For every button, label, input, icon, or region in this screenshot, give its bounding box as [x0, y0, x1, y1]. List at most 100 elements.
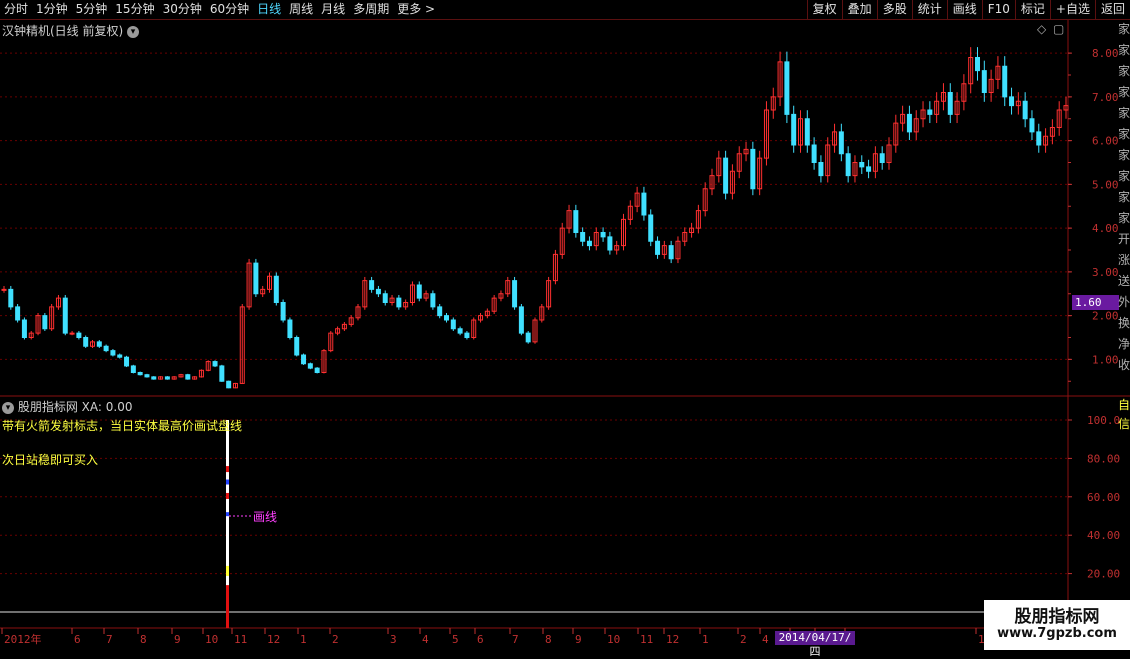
candle	[253, 258, 259, 298]
candle	[593, 227, 599, 251]
candle	[879, 146, 885, 170]
candle	[21, 317, 27, 340]
candle	[552, 249, 558, 285]
candle-body	[21, 319, 27, 338]
candle	[811, 137, 817, 170]
candle	[791, 105, 797, 153]
candle	[763, 101, 769, 166]
candle	[491, 294, 497, 315]
candle	[872, 146, 878, 179]
candle	[416, 281, 422, 302]
signal-bar-yellow-segment	[226, 565, 229, 576]
info-strip-char: 家	[1118, 64, 1130, 78]
candle	[695, 204, 701, 234]
candle	[1036, 123, 1042, 153]
candle-body	[580, 232, 586, 242]
candle-body	[1036, 131, 1042, 146]
candle	[1022, 92, 1028, 128]
candle-body	[369, 280, 375, 290]
candle-body	[845, 153, 851, 177]
candle	[648, 209, 654, 247]
candle-body	[164, 376, 170, 380]
info-strip-char: 家	[1118, 211, 1130, 225]
chevron-down-icon[interactable]: ▾	[127, 25, 140, 38]
candle-body	[512, 280, 518, 308]
time-tick-label: 7	[106, 633, 113, 646]
candle-body	[301, 354, 307, 365]
candle-body	[185, 374, 191, 380]
candle	[471, 317, 477, 340]
candle	[369, 276, 375, 293]
candle	[798, 110, 803, 153]
candle	[117, 353, 123, 359]
candle	[144, 373, 150, 378]
time-tick-label: 4	[762, 633, 769, 646]
candle	[607, 231, 613, 255]
candle	[205, 360, 211, 372]
candle	[784, 51, 790, 124]
candle	[988, 69, 994, 102]
candle	[62, 294, 68, 336]
watermark-url: www.7gpzb.com	[997, 626, 1117, 641]
candle	[940, 83, 946, 111]
candle	[301, 353, 307, 365]
indicator-series	[226, 420, 252, 628]
time-tick-label: 5	[452, 633, 459, 646]
candle-body	[124, 356, 130, 367]
candle	[314, 367, 320, 374]
candle-body	[15, 306, 21, 321]
candle	[212, 360, 218, 368]
candle	[668, 240, 674, 264]
candle-body	[253, 262, 259, 295]
candle	[430, 290, 436, 310]
indicator-tick-label: 80.00	[1087, 452, 1120, 465]
candle-body	[641, 192, 647, 216]
candle-body	[103, 345, 109, 352]
signal-bar-red-segment	[226, 466, 229, 473]
candle	[539, 303, 545, 323]
candle	[913, 110, 919, 141]
candle	[859, 155, 865, 174]
chevron-down-icon[interactable]: ▾	[2, 401, 14, 414]
candle-body	[607, 236, 613, 251]
indicator-tick-label: 40.00	[1087, 529, 1120, 542]
candle	[151, 376, 157, 380]
maximize-icon[interactable]: ▢	[1053, 22, 1064, 36]
candle	[498, 290, 504, 302]
time-tick-label: 12	[666, 633, 679, 646]
candle-body	[1, 288, 7, 291]
indicator-tick-label: 100.0	[1087, 414, 1120, 427]
candle	[627, 200, 633, 225]
main-panel-title: 汉钟精机(日线 前复权) ▾	[2, 22, 140, 39]
candle	[838, 123, 844, 162]
candle	[444, 313, 449, 323]
candle	[49, 303, 55, 331]
candle	[478, 313, 484, 323]
candle-body	[450, 319, 456, 330]
diamond-icon[interactable]: ◇	[1037, 22, 1046, 36]
candle	[818, 155, 824, 183]
candle	[69, 331, 75, 336]
time-tick-label: 1	[702, 633, 709, 646]
price-tick-label: 2.00	[1092, 310, 1119, 323]
time-tick-label: 2	[740, 633, 747, 646]
candle	[90, 340, 95, 348]
candle	[307, 362, 313, 370]
time-tick-label: 9	[174, 633, 181, 646]
signal-bar-red-base	[226, 585, 229, 628]
candle	[777, 51, 783, 107]
candle	[723, 150, 729, 200]
signal-bar-blue-segment	[226, 479, 229, 485]
candle-body	[144, 374, 150, 378]
candle-body	[981, 70, 987, 93]
candle-body	[110, 350, 116, 356]
candle-body	[1022, 100, 1028, 120]
candle	[450, 317, 456, 331]
candle-body	[8, 288, 14, 308]
watermark-logo: 股朋指标网 www.7gpzb.com	[984, 600, 1130, 650]
candle-body	[375, 288, 381, 295]
candle-body	[838, 131, 844, 155]
candle-body	[927, 109, 933, 115]
candle-body	[444, 315, 449, 321]
kline-chart: 1.00 2.00 3.00 4.00 5.00 6.00 7.00 8.00 100.0 80.…	[0, 20, 1130, 646]
